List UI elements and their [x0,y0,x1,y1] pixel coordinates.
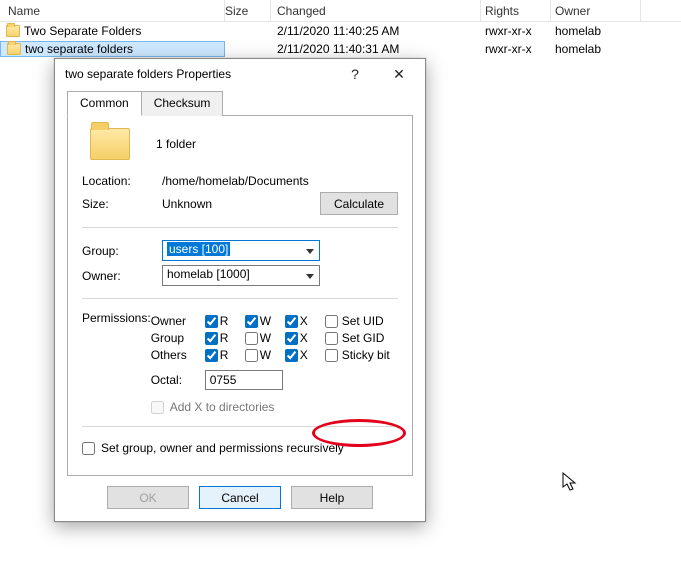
add-x-label: Add X to directories [170,400,275,414]
ok-button[interactable]: OK [107,486,189,509]
perm-setgid[interactable] [325,332,338,345]
group-select[interactable]: users [100] [162,240,320,261]
divider [82,227,398,228]
permissions-label: Permissions: [82,311,151,414]
column-header-size[interactable]: Size [225,0,271,21]
file-row[interactable]: two separate folders 2/11/2020 11:40:31 … [0,40,681,58]
cancel-button[interactable]: Cancel [199,486,281,509]
folder-icon [7,43,21,55]
calculate-button[interactable]: Calculate [320,192,398,215]
owner-label: Owner: [82,269,162,283]
perm-sticky[interactable] [325,349,338,362]
tab-panel-common: 1 folder Location: /home/homelab/Documen… [67,116,413,476]
perm-owner-label: Owner [151,314,205,328]
location-value: /home/homelab/Documents [162,174,398,188]
octal-input[interactable] [205,370,283,390]
folder-icon [6,25,20,37]
octal-label: Octal: [151,373,205,387]
file-name: Two Separate Folders [24,24,141,38]
divider [82,426,398,427]
perm-others-label: Others [151,348,205,362]
location-label: Location: [82,174,162,188]
file-owner: homelab [551,24,641,38]
size-value: Unknown [162,197,320,211]
perm-others-w[interactable] [245,349,258,362]
perm-others-x[interactable] [285,349,298,362]
column-header-name[interactable]: Name [0,0,225,21]
dialog-title: two separate folders Properties [65,67,333,81]
file-list: Name Size Changed Rights Owner Two Separ… [0,0,681,58]
file-changed: 2/11/2020 11:40:31 AM [271,42,481,56]
owner-select[interactable]: homelab [1000] [162,265,320,286]
column-header-owner[interactable]: Owner [551,0,641,21]
column-header-rights[interactable]: Rights [481,0,551,21]
perm-group-x[interactable] [285,332,298,345]
column-header-changed[interactable]: Changed [271,0,481,21]
titlebar[interactable]: two separate folders Properties ? ✕ [55,59,425,89]
perm-owner-w[interactable] [245,315,258,328]
tab-strip: Common Checksum [67,90,413,116]
help-button[interactable]: ? [333,60,377,88]
perm-others-r[interactable] [205,349,218,362]
file-name: two separate folders [25,42,133,56]
folder-icon [90,128,130,160]
folder-summary: 1 folder [156,137,196,151]
divider [82,298,398,299]
perm-group-label: Group [151,331,205,345]
recursive-label: Set group, owner and permissions recursi… [101,441,344,455]
perm-owner-r[interactable] [205,315,218,328]
cursor-icon [562,472,580,494]
tab-common[interactable]: Common [67,91,142,116]
perm-setuid[interactable] [325,315,338,328]
file-row[interactable]: Two Separate Folders 2/11/2020 11:40:25 … [0,22,681,40]
file-rights: rwxr-xr-x [481,24,551,38]
file-owner: homelab [551,42,641,56]
perm-group-r[interactable] [205,332,218,345]
file-rights: rwxr-xr-x [481,42,551,56]
perm-owner-x[interactable] [285,315,298,328]
properties-dialog: two separate folders Properties ? ✕ Comm… [54,58,426,522]
perm-group-w[interactable] [245,332,258,345]
size-label: Size: [82,197,162,211]
file-list-header: Name Size Changed Rights Owner [0,0,681,22]
add-x-checkbox [151,401,164,414]
tab-checksum[interactable]: Checksum [141,91,224,116]
file-changed: 2/11/2020 11:40:25 AM [271,24,481,38]
help-button[interactable]: Help [291,486,373,509]
group-label: Group: [82,244,162,258]
recursive-checkbox[interactable] [82,442,95,455]
close-button[interactable]: ✕ [377,60,421,88]
